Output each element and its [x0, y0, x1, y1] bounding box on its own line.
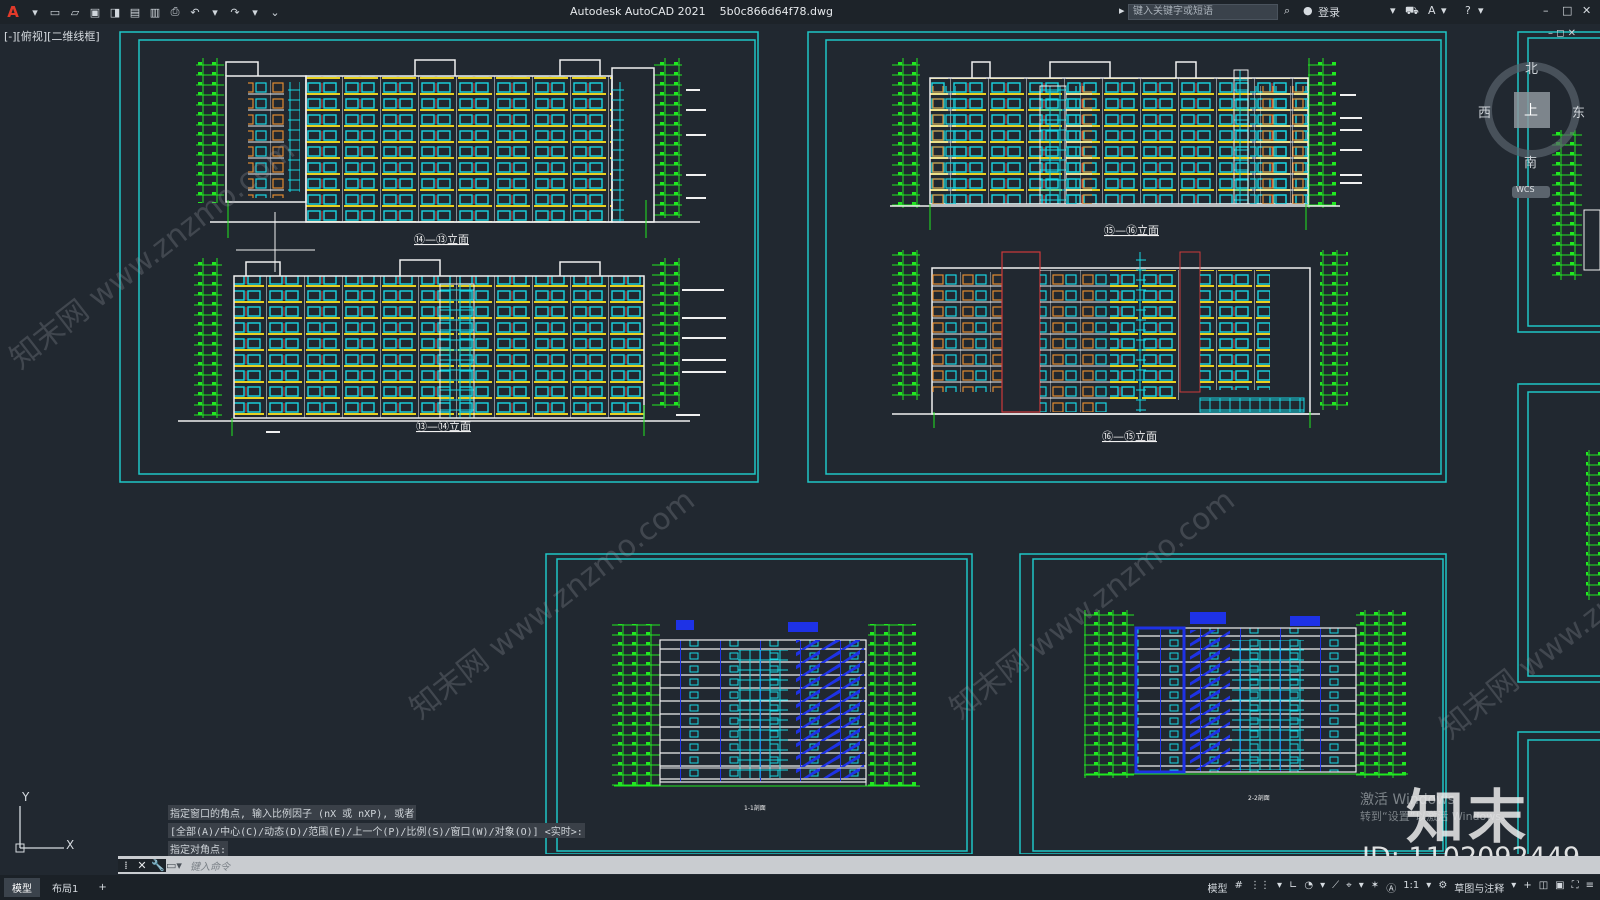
- plot-preview-icon[interactable]: ▤: [128, 5, 142, 19]
- viewcube-west[interactable]: 西: [1478, 102, 1491, 121]
- polar-dropdown-icon[interactable]: ▾: [1320, 880, 1325, 895]
- polar-icon[interactable]: ◔: [1304, 880, 1313, 895]
- open-icon[interactable]: ▱: [68, 5, 82, 19]
- osnap-icon[interactable]: ⌖: [1346, 880, 1352, 895]
- viewport-window-controls[interactable]: – ◻ ✕: [1548, 28, 1576, 39]
- elevation-drawing-3: [890, 58, 1362, 230]
- print-icon[interactable]: ⎙: [168, 5, 182, 19]
- command-history-line: 指定窗口的角点, 输入比例因子 (nX 或 nXP), 或者: [168, 805, 417, 820]
- elevation-title-2: ⑬—⑭立面: [416, 419, 471, 433]
- grid-icon[interactable]: #: [1235, 880, 1243, 895]
- a360-icon[interactable]: A: [1428, 4, 1436, 17]
- command-history-line: [全部(A)/中心(C)/动态(D)/范围(E)/上一个(P)/比例(S)/窗口…: [168, 823, 585, 838]
- add-layout-icon[interactable]: +: [90, 880, 114, 895]
- ucs-y-label: Y: [22, 790, 30, 804]
- isodraft-icon[interactable]: ⟋: [1332, 880, 1339, 895]
- section-title-1: 1-1剖面: [744, 804, 766, 812]
- tab-layout1[interactable]: 布局1: [44, 878, 86, 897]
- viewcube-south[interactable]: 南: [1524, 152, 1537, 171]
- close-icon[interactable]: ✕: [1582, 4, 1591, 17]
- undo-icon[interactable]: ↶: [188, 5, 202, 19]
- workspace-dropdown-icon[interactable]: ▾: [1511, 880, 1516, 895]
- maximize-icon[interactable]: □: [1562, 4, 1572, 17]
- annotation-scale[interactable]: 1:1: [1403, 880, 1419, 895]
- hardware-icon[interactable]: ▣: [1555, 880, 1564, 895]
- ucs-x-label: X: [66, 838, 75, 852]
- snap-icon[interactable]: ⋮⋮: [1250, 880, 1270, 895]
- search-input[interactable]: 键入关键字或短语: [1128, 4, 1278, 20]
- command-customize-icon[interactable]: 🔧: [150, 858, 166, 872]
- redo-icon[interactable]: ↷: [228, 5, 242, 19]
- cart-icon[interactable]: ⛟: [1405, 4, 1419, 19]
- new-icon[interactable]: ▭: [48, 5, 62, 19]
- viewcube[interactable]: 北 西 东 南 上 WCS: [1478, 58, 1592, 208]
- command-history: 指定窗口的角点, 输入比例因子 (nX 或 nXP), 或者 [全部(A)/中心…: [168, 805, 585, 859]
- search-icon[interactable]: ⌕: [1284, 4, 1290, 18]
- snap-dropdown-icon[interactable]: ▾: [1277, 880, 1282, 895]
- command-close-icon[interactable]: ✕: [134, 858, 150, 872]
- customization-menu-icon[interactable]: ≡: [1586, 880, 1594, 895]
- command-history-line: 指定对角点:: [168, 841, 229, 856]
- viewcube-north[interactable]: 北: [1525, 58, 1538, 77]
- save-icon[interactable]: ▣: [88, 5, 102, 19]
- title-bar: A ▾ ▭ ▱ ▣ ◨ ▤ ▥ ⎙ ↶ ▾ ↷ ▾ ⌄ Autodesk Aut…: [0, 0, 1600, 24]
- app-menu-chevron-icon[interactable]: ▾: [28, 5, 42, 19]
- scale-dropdown-icon[interactable]: ▾: [1426, 880, 1431, 895]
- minimize-icon[interactable]: –: [1543, 4, 1549, 17]
- elevation-title-4: ⑯—⑮立面: [1102, 429, 1157, 443]
- undo-dropdown-icon[interactable]: ▾: [208, 5, 222, 19]
- fullscreen-icon[interactable]: ⛶: [1572, 880, 1579, 895]
- drawing-canvas[interactable]: ⑭—⑬立面 ⑬—⑭立面 ⑮—⑯立面 ⑯—⑮立面 1-1剖面 2-2剖面 知末网 …: [0, 24, 1600, 854]
- ucs-icon: Y X: [12, 790, 82, 860]
- tab-model[interactable]: 模型: [4, 878, 40, 897]
- help-icon[interactable]: ?: [1465, 4, 1471, 17]
- section-title-2: 2-2剖面: [1248, 794, 1270, 802]
- autocad-logo-icon[interactable]: A: [4, 3, 22, 21]
- customize-icon[interactable]: ⌄: [268, 5, 282, 19]
- save-as-icon[interactable]: ◨: [108, 5, 122, 19]
- command-line[interactable]: ⁞ ✕ 🔧 ▭▾ 键入命令: [118, 856, 1600, 874]
- svg-text:知末网 www.znzmo.com: 知末网 www.znzmo.com: [1433, 503, 1600, 747]
- command-input[interactable]: 键入命令: [190, 858, 230, 873]
- elevation-drawing-4: [892, 250, 1348, 428]
- annotation-visibility-icon[interactable]: Ⓐ: [1386, 880, 1396, 895]
- help-dropdown-icon[interactable]: ▾: [1478, 4, 1484, 17]
- section-drawing-1: [612, 620, 920, 787]
- workspace-switch[interactable]: 草图与注释: [1454, 880, 1504, 895]
- elevation-title-3: ⑮—⑯立面: [1104, 223, 1159, 237]
- login-link[interactable]: 登录: [1318, 4, 1340, 20]
- login-dropdown-icon[interactable]: ▾: [1390, 4, 1396, 17]
- wcs-menu[interactable]: WCS: [1516, 185, 1535, 194]
- publish-icon[interactable]: ▥: [148, 5, 162, 19]
- command-grip-icon[interactable]: ⁞: [118, 858, 134, 872]
- user-icon[interactable]: ●: [1303, 4, 1313, 17]
- annotation-monitor-icon[interactable]: ✶: [1371, 880, 1379, 895]
- window-title: Autodesk AutoCAD 2021 5b0c866d64f78.dwg: [570, 5, 833, 18]
- isolate-icon[interactable]: ◫: [1539, 880, 1548, 895]
- model-space-toggle[interactable]: 模型: [1208, 880, 1228, 895]
- status-tools: 模型 # ⋮⋮ ▾ ∟ ◔ ▾ ⟋ ⌖ ▾ ✶ Ⓐ 1:1 ▾ ⚙ 草图与注释 …: [1208, 880, 1594, 895]
- viewcube-east[interactable]: 东: [1572, 102, 1585, 121]
- status-bar: 模型 布局1 + 模型 # ⋮⋮ ▾ ∟ ◔ ▾ ⟋ ⌖ ▾ ✶ Ⓐ 1:1 ▾…: [0, 875, 1600, 900]
- ortho-icon[interactable]: ∟: [1289, 880, 1297, 895]
- osnap-dropdown-icon[interactable]: ▾: [1359, 880, 1364, 895]
- section-drawing-2: [1084, 610, 1408, 778]
- workspace-gear-icon[interactable]: ⚙: [1438, 880, 1447, 895]
- plus-icon[interactable]: +: [1523, 880, 1531, 895]
- elevation-title-1: ⑭—⑬立面: [414, 232, 469, 246]
- search-expand-icon[interactable]: ▸: [1119, 4, 1125, 17]
- redo-dropdown-icon[interactable]: ▾: [248, 5, 262, 19]
- a360-dropdown-icon[interactable]: ▾: [1441, 4, 1447, 17]
- recent-commands-icon[interactable]: ▭▾: [166, 859, 182, 872]
- quick-access-toolbar: A ▾ ▭ ▱ ▣ ◨ ▤ ▥ ⎙ ↶ ▾ ↷ ▾ ⌄: [0, 3, 282, 21]
- viewcube-top-face[interactable]: 上: [1524, 100, 1538, 120]
